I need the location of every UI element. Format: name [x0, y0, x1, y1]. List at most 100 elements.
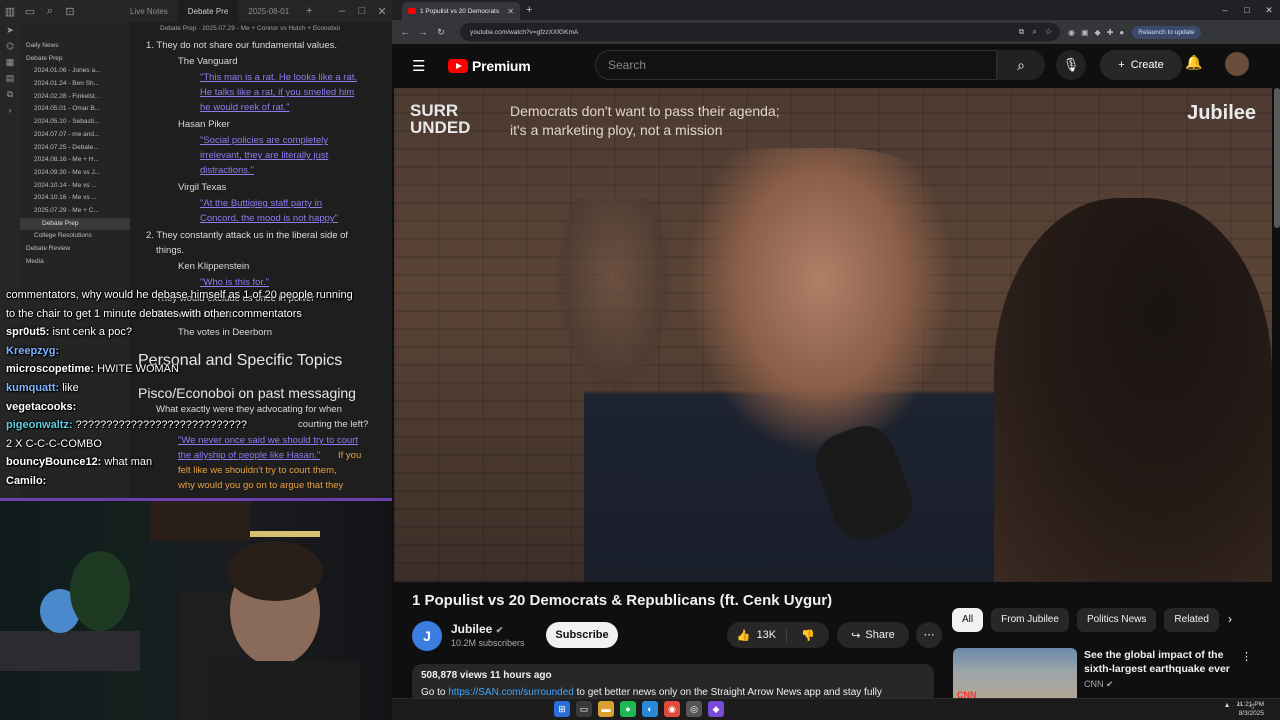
tree-item[interactable]: 2024.05.01 - Omar B...	[20, 103, 130, 116]
quote-link[interactable]: Concord, the mood is not happy"	[200, 213, 338, 224]
new-tab-icon[interactable]: +	[299, 0, 319, 22]
bookmark-star-icon[interactable]: ☆	[1045, 27, 1052, 37]
quote-link[interactable]: irrelevant, they are literally just	[200, 150, 328, 161]
calendar-icon[interactable]: ▤	[0, 70, 20, 86]
recommended-thumbnail[interactable]: CNN	[953, 648, 1077, 704]
share-button[interactable]: ↪ Share	[837, 622, 909, 648]
relaunch-button[interactable]: Relaunch to update	[1132, 25, 1201, 39]
tab-live-notes[interactable]: Live Notes	[120, 0, 178, 22]
extension-icon[interactable]: ▣	[1081, 28, 1089, 37]
tree-item-active[interactable]: Debate Prep	[20, 217, 130, 231]
tab-debate-prep[interactable]: Debate Pre	[177, 0, 239, 22]
scrollbar[interactable]	[1274, 88, 1280, 228]
more-actions-icon[interactable]: ⋯	[916, 622, 942, 648]
install-icon[interactable]: ⧉	[1019, 27, 1025, 37]
chip-all[interactable]: All	[952, 608, 984, 632]
microphone-icon[interactable]: 🎙	[1056, 50, 1086, 80]
browser-tab-youtube[interactable]: 1 Populist vs 20 Democrats ✕	[402, 2, 520, 20]
task-view-icon[interactable]: ▭	[576, 701, 592, 717]
video-player[interactable]: SURR UNDED Democrats don't want to pass …	[394, 88, 1272, 582]
template-icon[interactable]: ⧉	[0, 86, 20, 102]
tree-item[interactable]: 2024.07.25 - Debate...	[20, 142, 130, 155]
chevron-right-icon[interactable]: ›	[1228, 612, 1232, 626]
quote-link[interactable]: He talks like a rat, if you smelled him	[200, 87, 354, 98]
search-icon[interactable]: ⌕	[997, 50, 1045, 80]
close-tab-icon[interactable]: ✕	[507, 7, 514, 16]
forward-icon[interactable]: →	[414, 27, 432, 37]
channel-name[interactable]: Jubilee ✔	[451, 622, 503, 636]
back-icon[interactable]: ←	[396, 27, 414, 37]
chip-from-jubilee[interactable]: From Jubilee	[991, 608, 1069, 632]
maximize-icon[interactable]: □	[352, 0, 372, 22]
tree-item[interactable]: College Resolutions	[20, 230, 130, 243]
quote-link[interactable]: "Social policies are completely	[200, 135, 328, 146]
tab-daily[interactable]: 2025-08-01	[238, 0, 299, 22]
folder-icon[interactable]: ▭	[20, 0, 40, 22]
tree-item[interactable]: 2024.02.28 - Finkelst...	[20, 91, 130, 104]
quote-link[interactable]: "This man is a rat. He looks like a rat.	[200, 72, 357, 83]
quote-link[interactable]: "At the Buttigieg staff party in	[200, 198, 322, 209]
channel-avatar[interactable]: J	[412, 621, 442, 651]
new-tab-icon[interactable]: +	[526, 4, 532, 16]
brand-text: Premium	[472, 58, 531, 74]
puzzle-icon[interactable]: ✚	[1107, 28, 1114, 37]
maximize-icon[interactable]: □	[1236, 0, 1258, 20]
tree-item[interactable]: 2024.01.06 - Jones a...	[20, 65, 130, 78]
close-icon[interactable]: ✕	[1258, 0, 1280, 20]
tree-item[interactable]: Media	[20, 256, 130, 269]
like-button[interactable]: 👍 13K	[727, 628, 787, 642]
menu-icon[interactable]: ☰	[412, 57, 432, 75]
tree-item[interactable]: 2024.07.07 - me and...	[20, 129, 130, 142]
edge-icon[interactable]: ◐	[642, 701, 658, 717]
sidebar-toggle-icon[interactable]: ▥	[0, 0, 20, 22]
recommended-title[interactable]: See the global impact of the sixth-large…	[1084, 648, 1234, 676]
minimize-icon[interactable]: –	[1214, 0, 1236, 20]
obsidian-icon[interactable]: ◆	[708, 701, 724, 717]
avatar[interactable]	[1225, 52, 1249, 76]
obs-icon[interactable]: ◎	[686, 701, 702, 717]
windows-start-icon[interactable]: ⊞	[554, 701, 570, 717]
chrome-icon[interactable]: ◉	[664, 701, 680, 717]
tree-item[interactable]: 2024.01.24 - Ben Sh...	[20, 78, 130, 91]
spotify-icon[interactable]: ●	[620, 701, 636, 717]
url-field[interactable]: youtube.com/watch?v=gfzzXXfGKmA ⧉ ⌕ ☆	[460, 23, 1060, 41]
chip-related[interactable]: Related	[1164, 608, 1219, 632]
clock[interactable]: 11:21 PM 8/3/2025	[1237, 700, 1264, 718]
tree-item[interactable]: 2025.07.29 - Me + C...	[20, 205, 130, 218]
tree-item[interactable]: 2024.10.14 - Me vs ...	[20, 180, 130, 193]
desc-link[interactable]: https://SAN.com/surrounded	[448, 687, 574, 698]
terminal-icon[interactable]: ›	[0, 102, 20, 118]
canvas-icon[interactable]: ▦	[0, 54, 20, 70]
tree-item[interactable]: 2024.10.16 - Me vs ...	[20, 192, 130, 205]
bookmark-icon[interactable]: ⊡	[60, 0, 80, 22]
search-input[interactable]: Search	[595, 50, 997, 80]
search-icon[interactable]: ⌕	[40, 0, 60, 22]
tray-icon[interactable]: ▲	[1224, 702, 1231, 710]
youtube-logo[interactable]: Premium	[448, 58, 531, 74]
minimize-icon[interactable]: –	[332, 0, 352, 22]
extension-icon[interactable]: ◉	[1068, 28, 1075, 37]
file-explorer-icon[interactable]: ▬	[598, 701, 614, 717]
more-options-icon[interactable]: ⋮	[1241, 650, 1252, 663]
subscribe-button[interactable]: Subscribe	[546, 622, 618, 648]
tree-item[interactable]: 2024.05.10 - Sebasti...	[20, 116, 130, 129]
tree-item[interactable]: 2024.08.16 - Me + H...	[20, 154, 130, 167]
tree-item[interactable]: Daily News	[20, 40, 130, 53]
reload-icon[interactable]: ↻	[432, 27, 450, 38]
tree-item[interactable]: Debate Review	[20, 243, 130, 256]
zoom-icon[interactable]: ⌕	[1032, 27, 1036, 37]
extension-icon[interactable]: ◆	[1095, 28, 1101, 37]
close-icon[interactable]: ✕	[372, 0, 392, 22]
dislike-button[interactable]: 👎	[787, 629, 829, 642]
send-icon[interactable]: ➤	[0, 22, 20, 38]
notifications-bell-icon[interactable]: 🔔	[1182, 54, 1206, 71]
tree-item[interactable]: Debate Prep	[20, 53, 130, 66]
create-button[interactable]: + Create	[1100, 50, 1182, 80]
tree-item[interactable]: 2024.09.30 - Me vs J...	[20, 167, 130, 180]
profile-icon[interactable]: ●	[1119, 28, 1124, 37]
quote-link[interactable]: distractions."	[200, 165, 254, 176]
graph-icon[interactable]: ⌬	[0, 38, 20, 54]
quote-link[interactable]: he would reek of rat."	[200, 102, 289, 113]
chip-politics-news[interactable]: Politics News	[1076, 608, 1157, 632]
recommended-video[interactable]: CNN See the global impact of the sixth-l…	[953, 646, 1253, 706]
